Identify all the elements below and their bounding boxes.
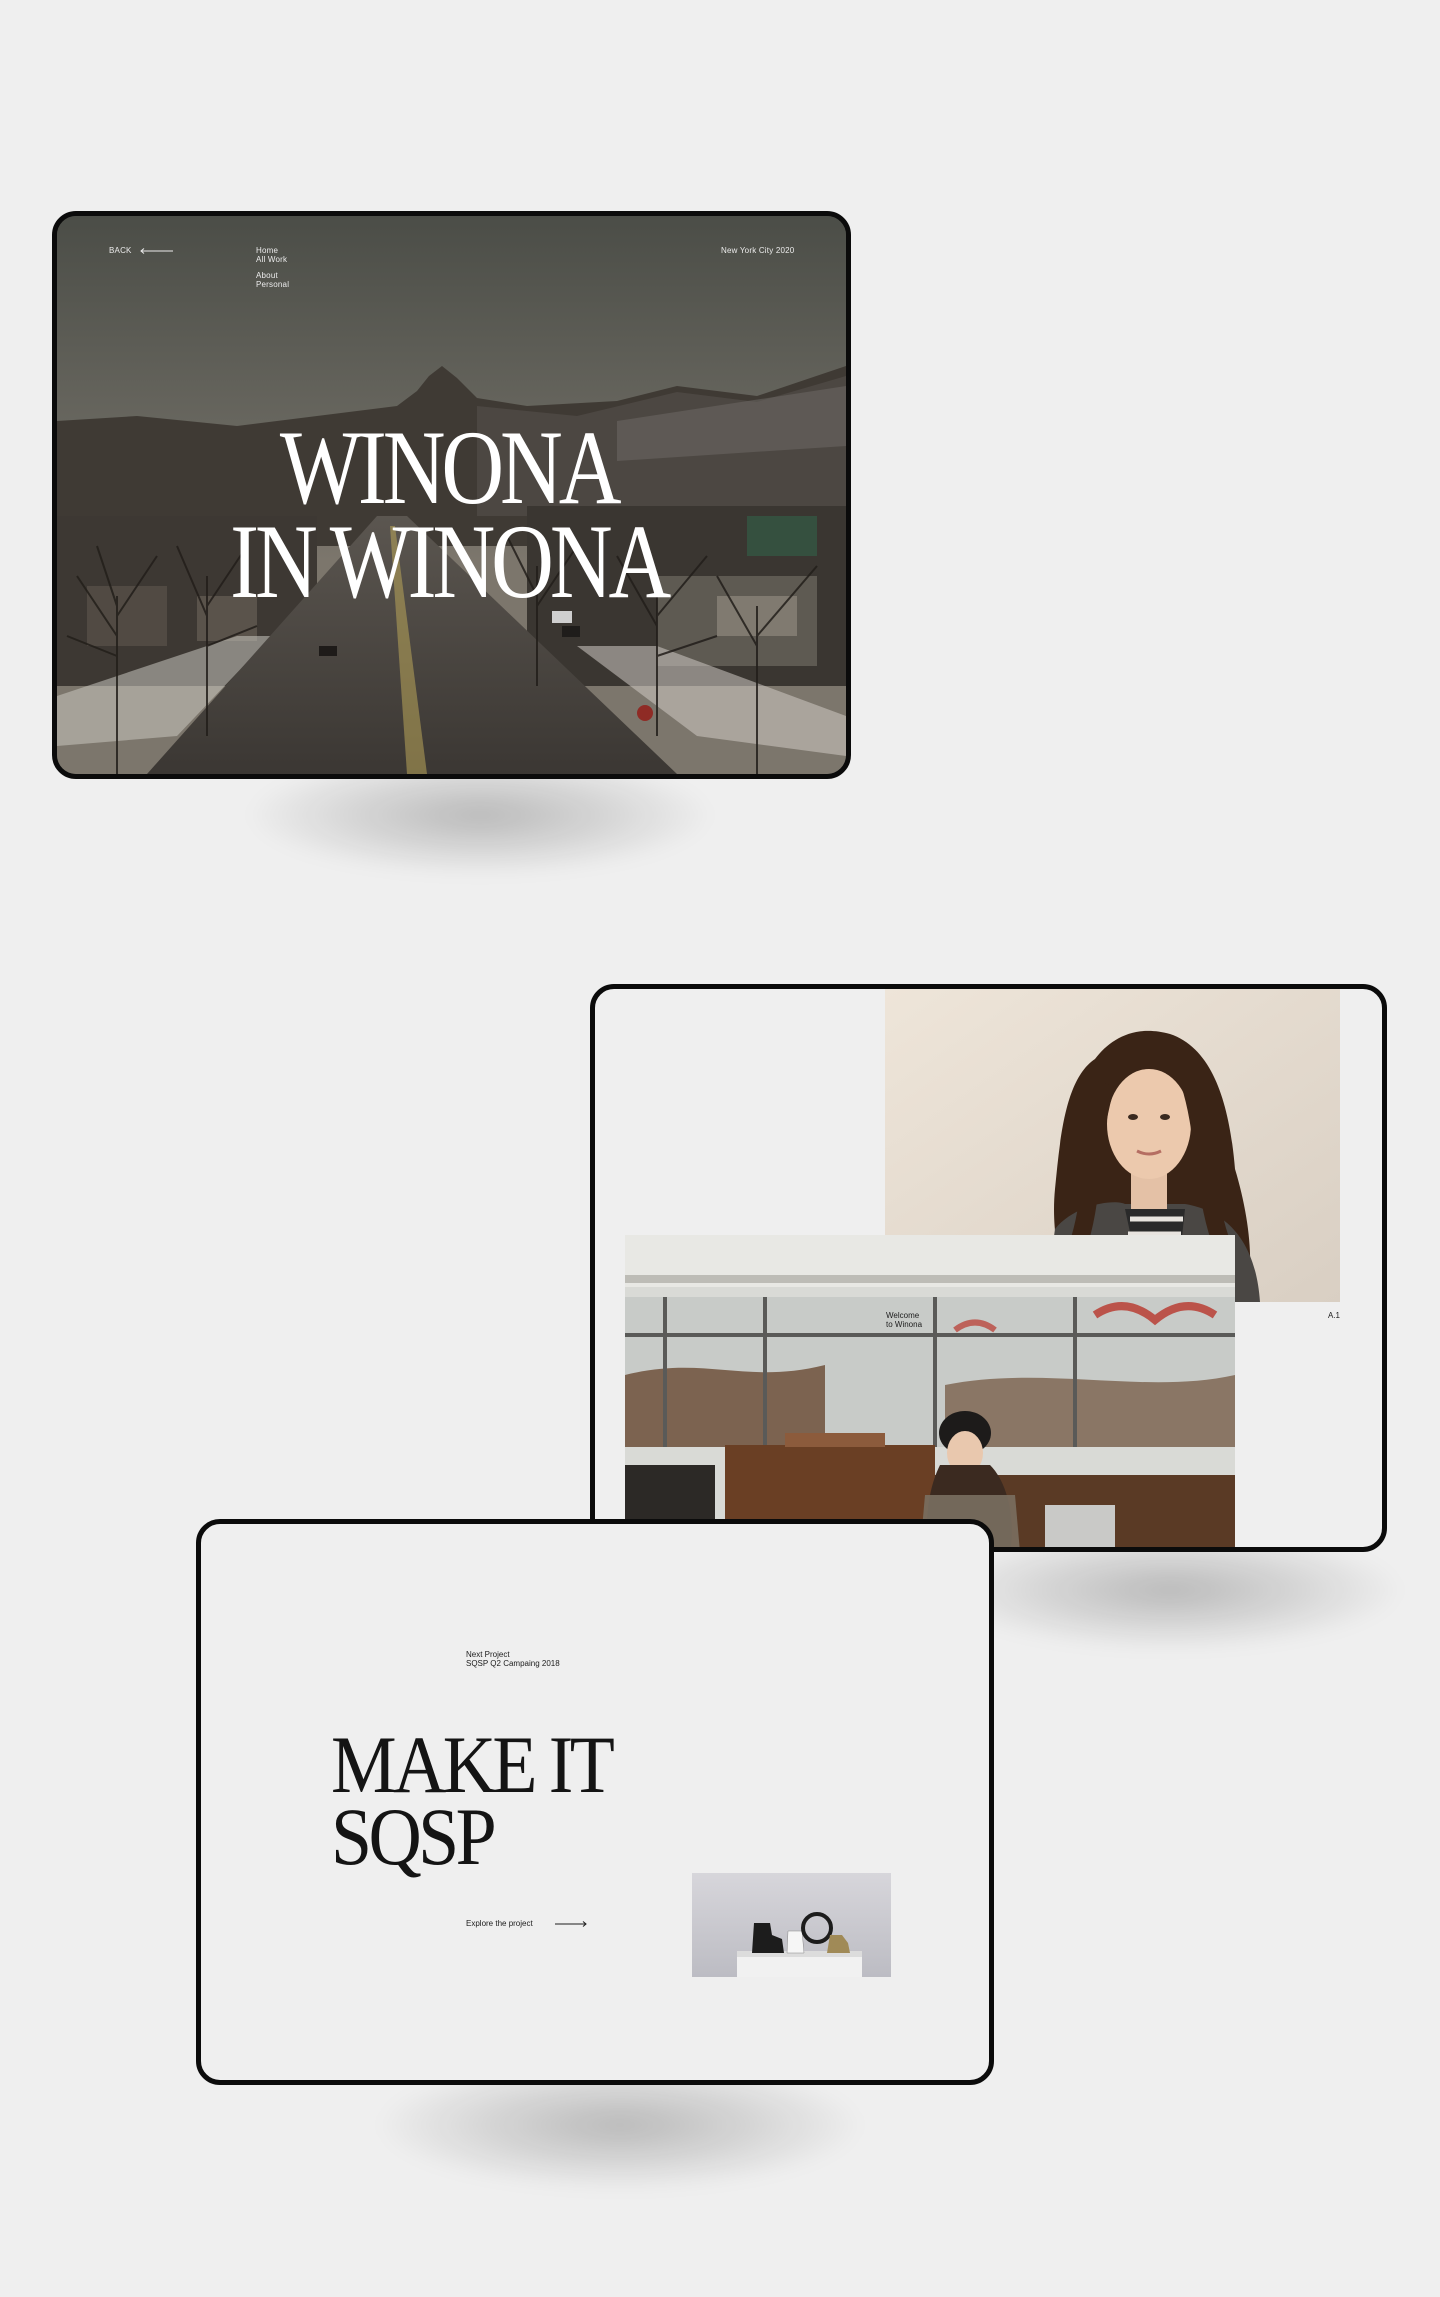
next-project-label: Next Project xyxy=(466,1650,510,1659)
photo-caption: Welcome to Winona xyxy=(886,1311,922,1329)
nav-item-home[interactable]: Home xyxy=(256,246,289,255)
hero-title-line1: WINONA xyxy=(279,409,622,526)
explore-project-link[interactable]: Explore the project xyxy=(466,1919,587,1928)
nav-item-all-work[interactable]: All Work xyxy=(256,255,289,264)
diner-photo xyxy=(625,1235,1235,1547)
project-thumbnail[interactable] xyxy=(692,1873,891,1977)
caption-line1: Welcome xyxy=(886,1311,920,1320)
caption-line2: to Winona xyxy=(886,1320,923,1329)
nav-item-personal[interactable]: Personal xyxy=(256,280,289,289)
portraits-device-screen: Welcome to Winona A.1 xyxy=(590,984,1387,1552)
main-nav: Home All Work About Personal xyxy=(256,246,289,289)
nav-item-about[interactable]: About xyxy=(256,271,289,280)
next-project-title[interactable]: MAKE IT SQSP xyxy=(331,1724,615,1882)
back-label: BACK xyxy=(109,246,132,255)
next-project-device-screen: Next Project SQSP Q2 Campaing 2018 MAKE … xyxy=(196,1519,994,2085)
next-title-line2: SQSP xyxy=(331,1791,497,1882)
next-project-header: Next Project SQSP Q2 Campaing 2018 xyxy=(466,1650,560,1668)
hero-title-line2: IN WINONA xyxy=(230,503,671,620)
back-link[interactable]: BACK xyxy=(109,246,174,255)
explore-project-label: Explore the project xyxy=(466,1919,533,1928)
arrow-right-icon xyxy=(554,1920,587,1927)
hero-title: WINONA IN WINONA xyxy=(125,409,772,620)
arrow-left-icon xyxy=(139,247,173,254)
next-project-name: SQSP Q2 Campaing 2018 xyxy=(466,1659,560,1668)
section-index: A.1 xyxy=(1328,1311,1341,1320)
hero-device-screen: BACK Home All Work About Personal New Yo… xyxy=(52,211,851,779)
location-label: New York City 2020 xyxy=(721,246,795,255)
